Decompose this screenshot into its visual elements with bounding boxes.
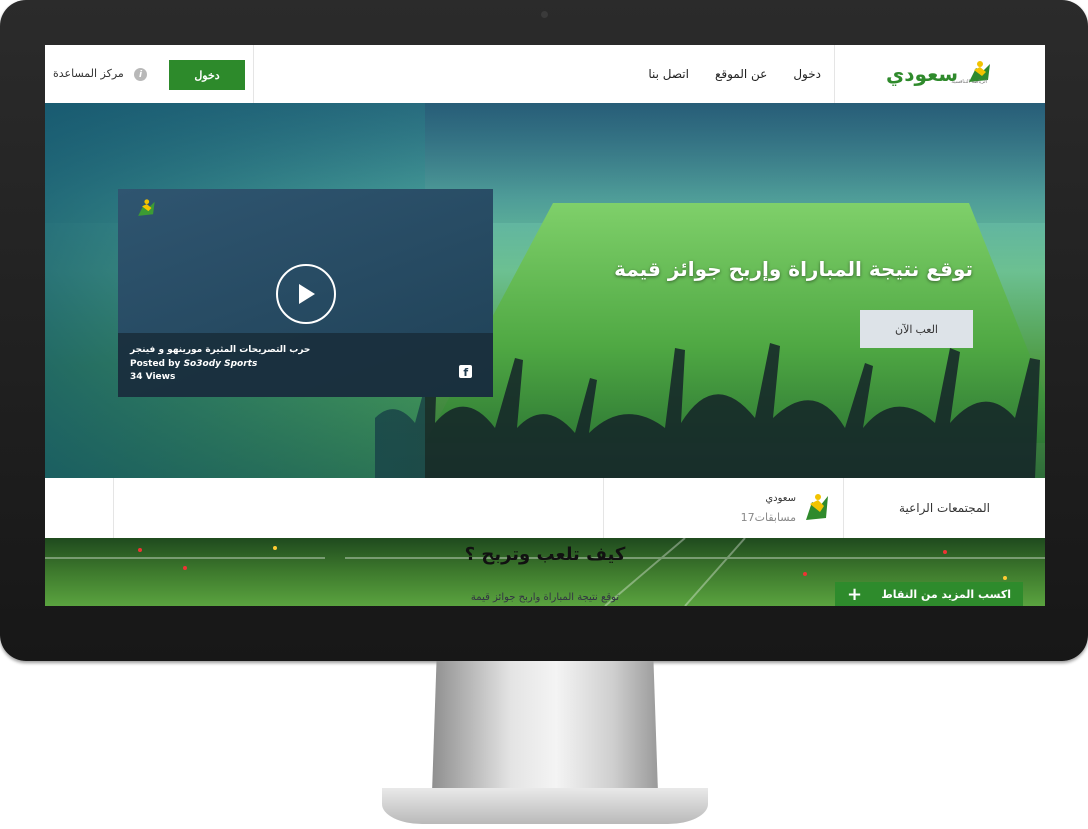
- monitor-stand: [432, 661, 658, 793]
- video-posted-by: Posted by So3ody Sports: [130, 359, 257, 369]
- how-to-play-title: كيف تلعب وتربح ؟: [464, 544, 626, 565]
- player-logo-icon: [964, 58, 994, 90]
- nav-login[interactable]: دخول: [793, 67, 821, 81]
- hero-banner: توقع نتيجة المباراة وإربح جوائز قيمة الع…: [45, 103, 1045, 478]
- nav-contact[interactable]: اتصل بنا: [648, 67, 689, 81]
- sponsors-label: المجتمعات الراعية: [843, 478, 1045, 538]
- plus-icon: +: [847, 583, 863, 605]
- nav-about[interactable]: عن الموقع: [715, 67, 767, 81]
- video-views: 34 Views: [130, 372, 176, 382]
- sponsors-bar: المجتمعات الراعية سعودي 17مسابقات: [45, 478, 1045, 539]
- facebook-icon[interactable]: f: [459, 365, 472, 378]
- login-button[interactable]: دخول: [169, 60, 245, 90]
- video-info: حرب التصريحات المثيرة مورينهو و فينجر Po…: [118, 333, 493, 397]
- video-card[interactable]: حرب التصريحات المثيرة مورينهو و فينجر Po…: [118, 189, 493, 397]
- sponsor-count: 17مسابقات: [740, 511, 796, 524]
- monitor-bezel: سعودي الرياضة التنافسية دخول عن الموقع ا…: [0, 0, 1088, 661]
- main-nav: دخول عن الموقع اتصل بنا: [648, 45, 821, 103]
- posted-author[interactable]: So3ody Sports: [184, 359, 258, 369]
- logo-text: سعودي: [885, 62, 959, 86]
- how-to-play-section: كيف تلعب وتربح ؟ توقع نتيجة المباراة وار…: [45, 538, 1045, 606]
- earn-more-points-label: اكسب المزيد من النقاط: [881, 587, 1011, 601]
- play-now-button[interactable]: العب الآن: [860, 310, 973, 348]
- site-logo[interactable]: سعودي الرياضة التنافسية: [834, 45, 1045, 103]
- sponsor-item[interactable]: سعودي 17مسابقات: [603, 478, 844, 538]
- help-area: مركز المساعدة i دخول: [45, 45, 254, 103]
- video-title: حرب التصريحات المثيرة مورينهو و فينجر: [130, 345, 311, 355]
- screen: سعودي الرياضة التنافسية دخول عن الموقع ا…: [45, 45, 1045, 606]
- hero-title: توقع نتيجة المباراة وإربح جوائز قيمة: [614, 257, 973, 281]
- play-icon[interactable]: [276, 264, 336, 324]
- webcam-dot: [541, 11, 548, 18]
- info-icon[interactable]: i: [134, 68, 147, 81]
- logo-tagline: الرياضة التنافسية: [951, 79, 987, 85]
- sponsor-name: سعودي: [765, 493, 796, 504]
- site-header: سعودي الرياضة التنافسية دخول عن الموقع ا…: [45, 45, 1045, 104]
- monitor-base: [382, 788, 708, 824]
- video-logo-icon: [134, 197, 158, 223]
- earn-more-points-button[interactable]: + اكسب المزيد من النقاط: [835, 582, 1023, 606]
- posted-prefix: Posted by: [130, 359, 181, 369]
- help-center-link[interactable]: مركز المساعدة: [53, 67, 124, 80]
- sponsor-empty-cell: [45, 478, 114, 538]
- sponsor-logo-icon: [802, 490, 832, 528]
